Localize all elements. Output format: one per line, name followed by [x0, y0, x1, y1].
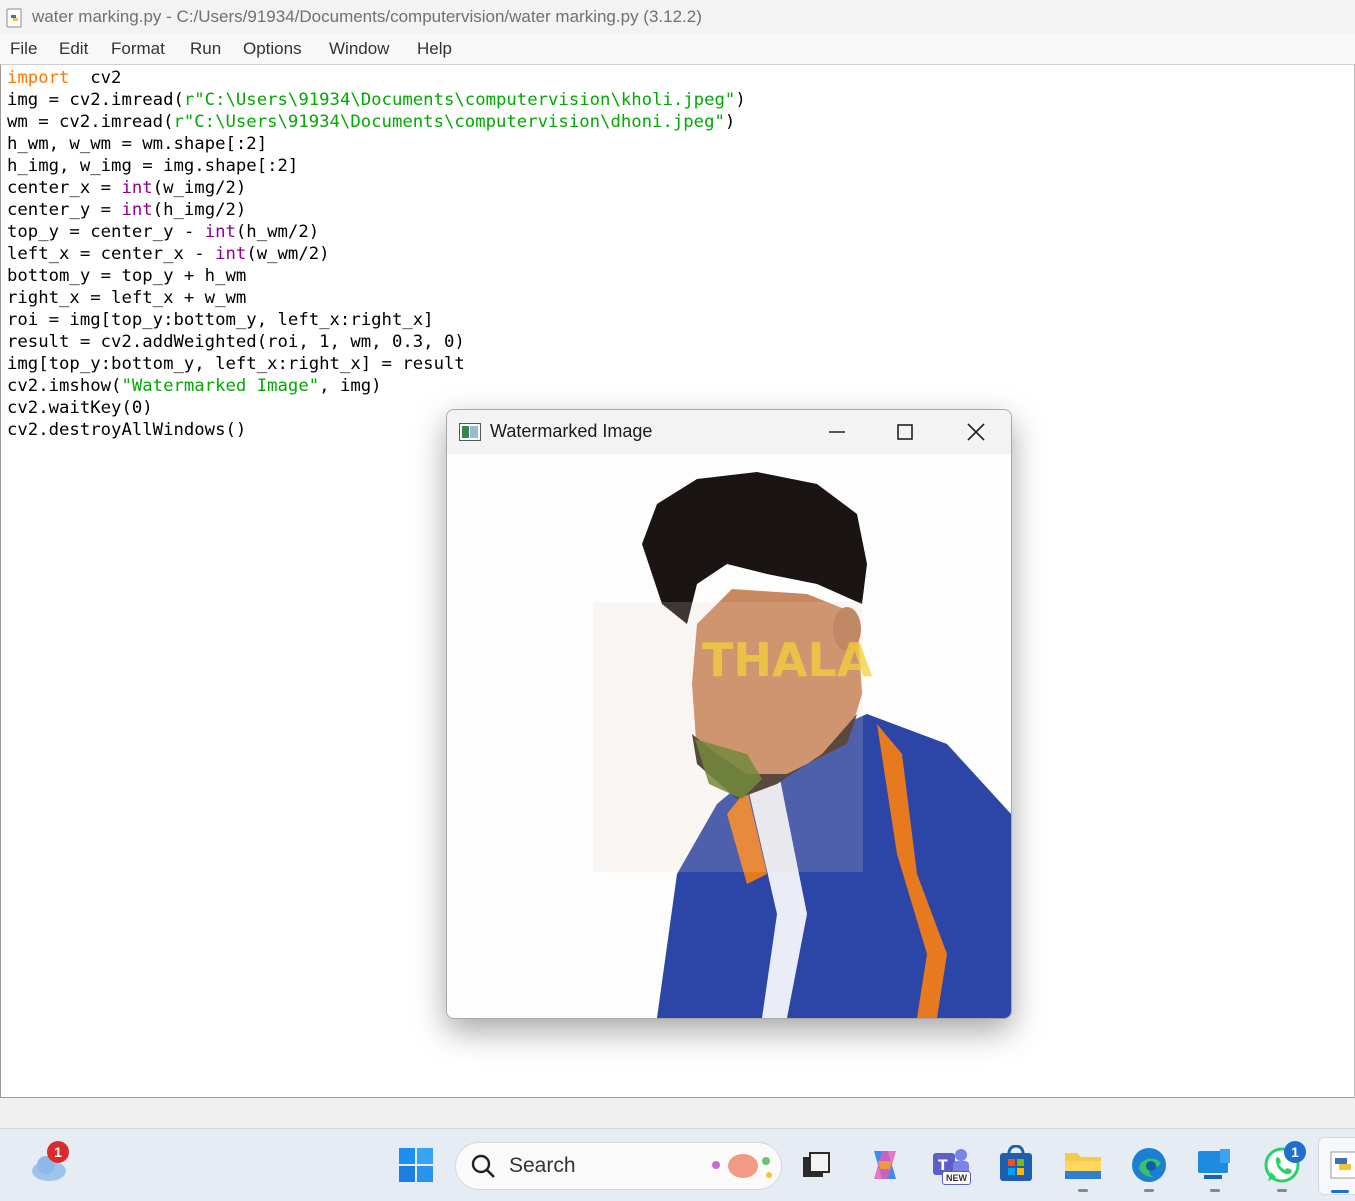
maximize-icon[interactable]: [885, 418, 925, 446]
code-token: (h_wm/2): [235, 222, 320, 242]
code-token: img = cv2.imread(: [7, 90, 184, 110]
code-line[interactable]: result = cv2.addWeighted(roi, 1, wm, 0.3…: [7, 331, 746, 353]
code-line[interactable]: right_x = left_x + w_wm: [7, 287, 746, 309]
code-line[interactable]: img = cv2.imread(r"C:\Users\91934\Docume…: [7, 89, 746, 111]
search-icon: [471, 1154, 495, 1178]
weather-badge: 1: [47, 1141, 69, 1163]
code-line[interactable]: wm = cv2.imread(r"C:\Users\91934\Documen…: [7, 111, 746, 133]
code-line[interactable]: import cv2: [7, 67, 746, 89]
close-icon[interactable]: [956, 418, 996, 446]
code-token: cv2.waitKey(0): [7, 398, 153, 418]
explorer-running-indicator: [1078, 1189, 1088, 1192]
editor-titlebar: water marking.py - C:/Users/91934/Docume…: [0, 0, 1355, 34]
code-token: cv2.destroyAllWindows(): [7, 420, 247, 440]
code-line[interactable]: top_y = center_y - int(h_wm/2): [7, 221, 746, 243]
code-token: int: [121, 200, 153, 220]
window-title: water marking.py - C:/Users/91934/Docume…: [32, 7, 702, 26]
watermark-text: THALA: [702, 633, 873, 687]
search-highlight-icon: [712, 1154, 772, 1178]
code-token: right_x = left_x + w_wm: [7, 288, 247, 308]
code-line[interactable]: cv2.imshow("Watermarked Image", img): [7, 375, 746, 397]
menu-format[interactable]: Format: [111, 39, 165, 59]
code-token: bottom_y = top_y + h_wm: [7, 266, 247, 286]
window-app-icon: [459, 423, 481, 441]
windows-start-icon[interactable]: [398, 1147, 434, 1183]
code-token: ): [724, 112, 736, 132]
python-file-icon: [6, 8, 22, 28]
code-token: center_y =: [7, 200, 122, 220]
code-token: result = cv2.addWeighted(roi, 1, wm, 0.3…: [7, 332, 465, 352]
code-text[interactable]: import cv2 img = cv2.imread(r"C:\Users\91…: [7, 67, 746, 441]
menu-window[interactable]: Window: [329, 39, 389, 59]
code-token: r"C:\Users\91934\Documents\computervisio…: [183, 90, 736, 110]
code-line[interactable]: bottom_y = top_y + h_wm: [7, 265, 746, 287]
code-token: int: [215, 244, 247, 264]
taskbar-search-box[interactable]: Search: [455, 1142, 782, 1190]
code-token: ): [735, 90, 746, 110]
idle-taskbar-button[interactable]: [1318, 1137, 1355, 1195]
code-line[interactable]: roi = img[top_y:bottom_y, left_x:right_x…: [7, 309, 746, 331]
whatsapp-running-indicator: [1277, 1189, 1287, 1192]
minimize-icon[interactable]: [817, 418, 857, 446]
code-token: int: [204, 222, 236, 242]
popup-title: Watermarked Image: [490, 421, 653, 441]
teams-new-badge: NEW: [942, 1171, 971, 1185]
watermarked-image-window[interactable]: Watermarked Image THALA: [446, 409, 1012, 1019]
code-token: int: [121, 178, 153, 198]
code-line[interactable]: center_y = int(h_img/2): [7, 199, 746, 221]
code-token: (w_wm/2): [246, 244, 330, 264]
code-token: (w_img/2): [152, 178, 247, 198]
code-token: h_wm, w_wm = wm.shape[:2]: [7, 134, 268, 154]
code-line[interactable]: left_x = center_x - int(w_wm/2): [7, 243, 746, 265]
code-token: (h_img/2): [152, 200, 247, 220]
popup-titlebar[interactable]: Watermarked Image: [447, 410, 1011, 454]
search-label: Search: [509, 1154, 576, 1177]
menu-edit[interactable]: Edit: [59, 39, 88, 59]
whatsapp-badge: 1: [1284, 1141, 1306, 1163]
code-token: r"C:\Users\91934\Documents\computervisio…: [173, 112, 725, 132]
code-token: wm = cv2.imread(: [7, 112, 174, 132]
code-token: top_y = center_y -: [7, 222, 205, 242]
code-token: left_x = center_x -: [7, 244, 216, 264]
taskbar: 1 Search T NEW 1: [0, 1128, 1355, 1201]
code-line[interactable]: img[top_y:bottom_y, left_x:right_x] = re…: [7, 353, 746, 375]
app-running-indicator: [1210, 1189, 1220, 1192]
code-token: import: [7, 68, 70, 88]
idle-icon: [1330, 1151, 1355, 1179]
microsoft-store-icon[interactable]: [997, 1145, 1035, 1183]
code-token: cv2: [69, 68, 122, 88]
menu-run[interactable]: Run: [190, 39, 221, 59]
watermarked-photo: THALA: [447, 454, 1011, 1018]
edge-browser-icon[interactable]: [1129, 1145, 1169, 1185]
code-token: center_x =: [7, 178, 122, 198]
code-token: h_img, w_img = img.shape[:2]: [7, 156, 299, 176]
task-view-icon[interactable]: [801, 1151, 831, 1181]
status-bar: [0, 1098, 1355, 1128]
idle-active-indicator: [1331, 1190, 1349, 1193]
code-token: "Watermarked Image": [121, 376, 320, 396]
remote-desktop-icon[interactable]: [1196, 1147, 1234, 1183]
menu-help[interactable]: Help: [417, 39, 452, 59]
menu-bar: File Edit Format Run Options Window Help: [0, 34, 1355, 64]
code-line[interactable]: center_x = int(w_img/2): [7, 177, 746, 199]
edge-running-indicator: [1144, 1189, 1154, 1192]
code-token: roi = img[top_y:bottom_y, left_x:right_x…: [7, 310, 434, 330]
code-line[interactable]: h_wm, w_wm = wm.shape[:2]: [7, 133, 746, 155]
code-token: img[top_y:bottom_y, left_x:right_x] = re…: [7, 354, 465, 374]
code-line[interactable]: h_img, w_img = img.shape[:2]: [7, 155, 746, 177]
menu-options[interactable]: Options: [243, 39, 302, 59]
code-token: cv2.imshow(: [7, 376, 122, 396]
file-explorer-icon[interactable]: [1063, 1147, 1103, 1181]
code-token: , img): [319, 376, 382, 396]
menu-file[interactable]: File: [10, 39, 37, 59]
copilot-icon[interactable]: [866, 1147, 904, 1183]
